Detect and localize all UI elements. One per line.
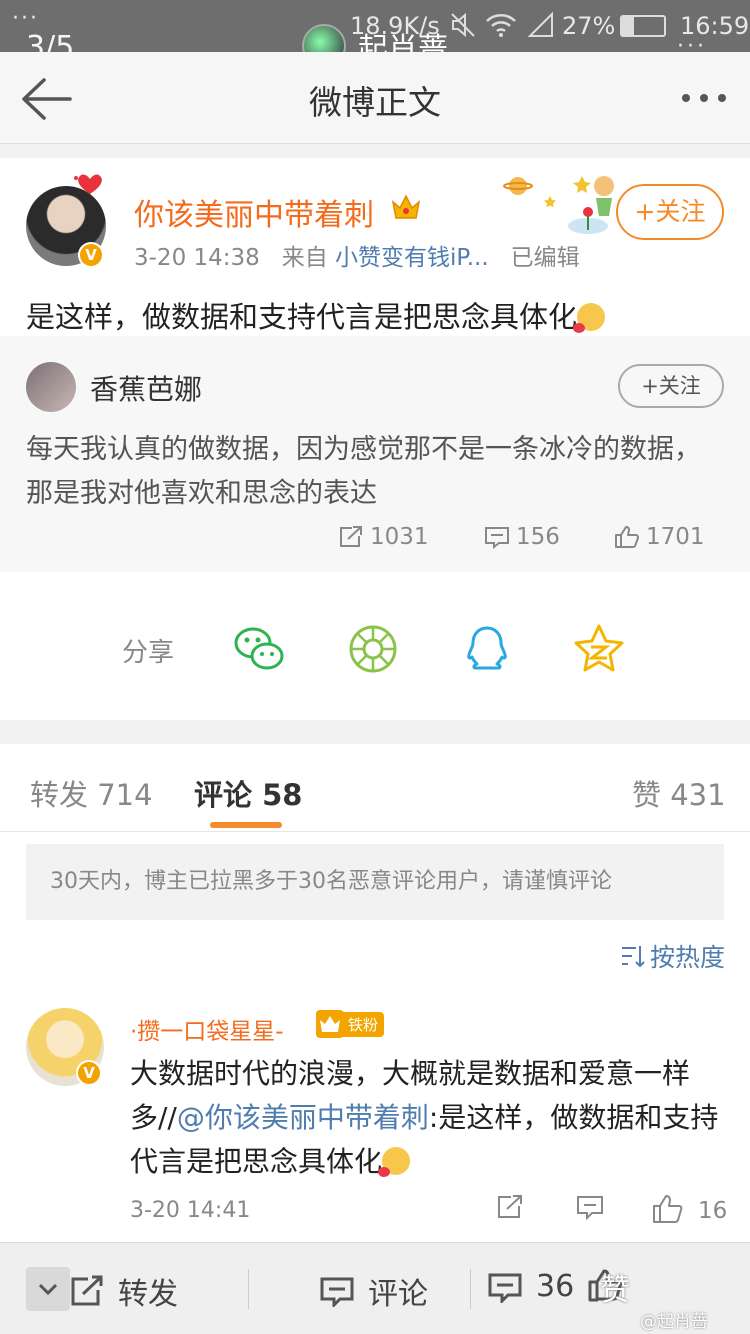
battery-icon [620, 15, 666, 37]
source-prefix: 来自 [281, 245, 328, 271]
divider [470, 1269, 471, 1309]
like-count: 1701 [646, 524, 705, 550]
repost-icon [340, 526, 362, 547]
comment-count-button[interactable]: 156 [484, 524, 560, 550]
network-speed: 18.9K/s [350, 12, 440, 40]
original-author-avatar[interactable] [26, 362, 76, 412]
comment-like-icon[interactable] [652, 1194, 684, 1224]
sort-by-hot-button[interactable]: 按热度 [620, 938, 725, 974]
author-name[interactable]: 你该美丽中带着刺 [134, 190, 374, 234]
top-navigation-bar: 微博正文 [0, 52, 750, 144]
status-bar: ··· 3/5 起肖蔷 18.9K/s 27% 16:59 ··· [0, 0, 750, 68]
comment-count-button[interactable]: 36 [488, 1269, 574, 1304]
repost-count-button[interactable]: 1031 [338, 524, 429, 550]
tab-likes[interactable]: 赞 431 [632, 772, 726, 814]
repost-button[interactable]: 转发 [70, 1269, 178, 1313]
fan-badge: 铁粉 [316, 1010, 385, 1038]
tab-comments[interactable]: 评论 58 [194, 772, 302, 814]
mention-link[interactable]: @你该美丽中带着刺 [177, 1101, 429, 1134]
active-tab-indicator [210, 822, 282, 828]
share-row: 分享 [0, 608, 750, 688]
more-options-icon[interactable] [680, 92, 728, 104]
comment-label: 评论 [368, 1277, 428, 1312]
qzone-star-icon[interactable] [572, 622, 626, 676]
post-text: 是这样，做数据和支持代言是把思念具体化 [26, 294, 606, 336]
comment-text: 大数据时代的浪漫，大概就是数据和爱意一样多//@你该美丽中带着刺:是这样，做数据… [130, 1052, 730, 1184]
divider [248, 1269, 249, 1309]
comment-reply-icon[interactable] [576, 1194, 604, 1220]
tab-reposts[interactable]: 转发 714 [30, 772, 153, 814]
vip-crown-icon [391, 194, 421, 219]
sort-label: 按热度 [650, 943, 726, 972]
repost-count: 1031 [370, 524, 429, 550]
comment-notice: 30天内，博主已拉黑多于30名恶意评论用户，请谨慎评论 [26, 844, 724, 920]
comment-repost-icon[interactable] [496, 1194, 524, 1220]
repost-icon [71, 1275, 103, 1306]
page-title: 微博正文 [309, 83, 441, 122]
post-time: 3-20 14:38 [134, 245, 260, 271]
verified-badge-icon: V [78, 242, 104, 268]
comment-like-count: 16 [698, 1198, 728, 1224]
commenter-name[interactable]: ·攒一口袋星星- [130, 1012, 284, 1046]
fan-badge-label: 铁粉 [342, 1011, 385, 1037]
comment-count: 36 [536, 1269, 575, 1304]
mute-icon [451, 12, 475, 38]
original-follow-button[interactable]: +关注 [618, 364, 724, 408]
fan-crown-icon [316, 1010, 344, 1038]
comment-icon [320, 1277, 354, 1307]
edited-label: 已编辑 [510, 245, 580, 271]
shy-emoji-icon [573, 303, 606, 333]
post-source[interactable]: 小赞变有钱iP... [335, 245, 489, 271]
notification-dots: ··· [12, 6, 39, 31]
share-label: 分享 [122, 638, 175, 668]
follow-button[interactable]: +关注 [616, 184, 724, 240]
bottom-action-bar: 转发 评论 36 赞 @起肖蔷 [0, 1242, 750, 1334]
original-post-text: 每天我认真的做数据，因为感觉那不是一条冰冷的数据，那是我对他喜欢和思念的表达 [26, 434, 701, 509]
comments-section: 30天内，博主已拉黑多于30名恶意评论用户，请谨慎评论 按热度 V ·攒一口袋星… [0, 832, 750, 1242]
moments-icon[interactable] [346, 622, 400, 676]
like-count-button[interactable]: 1701 [614, 524, 705, 550]
sort-icon [622, 946, 645, 968]
qq-icon[interactable] [460, 622, 514, 676]
original-author-name[interactable]: 香蕉芭娜 [90, 368, 202, 408]
repost-label: 转发 [118, 1277, 178, 1312]
comment-count: 156 [516, 524, 560, 550]
wifi-icon [486, 14, 516, 37]
weibo-post: V 你该美丽中带着刺 3-20 14:38 来自 小赞变有钱iP... 已编辑 … [0, 158, 750, 720]
heart-decoration-icon [74, 174, 102, 194]
thumbs-up-icon [615, 526, 639, 548]
comment-button[interactable]: 评论 [320, 1269, 428, 1313]
post-text-content: 是这样，做数据和支持代言是把思念具体化 [26, 300, 578, 334]
weibo-watermark: @起肖蔷 [640, 1312, 708, 1332]
original-post-card[interactable]: 香蕉芭娜 +关注 每天我认真的做数据，因为感觉那不是一条冰冷的数据，那是我对他喜… [0, 336, 750, 572]
comment-icon [488, 1273, 522, 1303]
comment-time: 3-20 14:41 [130, 1198, 251, 1223]
like-label: 赞 [600, 1273, 630, 1308]
collapse-button[interactable] [26, 1267, 70, 1311]
comment-tabs: 转发 714 评论 58 赞 431 [0, 744, 750, 832]
signal-icon [528, 12, 553, 37]
verified-badge-icon: V [76, 1060, 102, 1086]
shy-emoji-icon [378, 1147, 411, 1177]
comment-icon [485, 527, 509, 549]
battery-percent: 27% [562, 12, 616, 40]
wechat-icon[interactable] [232, 622, 286, 676]
card-decoration-icon [503, 176, 614, 234]
chevron-down-icon [38, 1283, 58, 1296]
